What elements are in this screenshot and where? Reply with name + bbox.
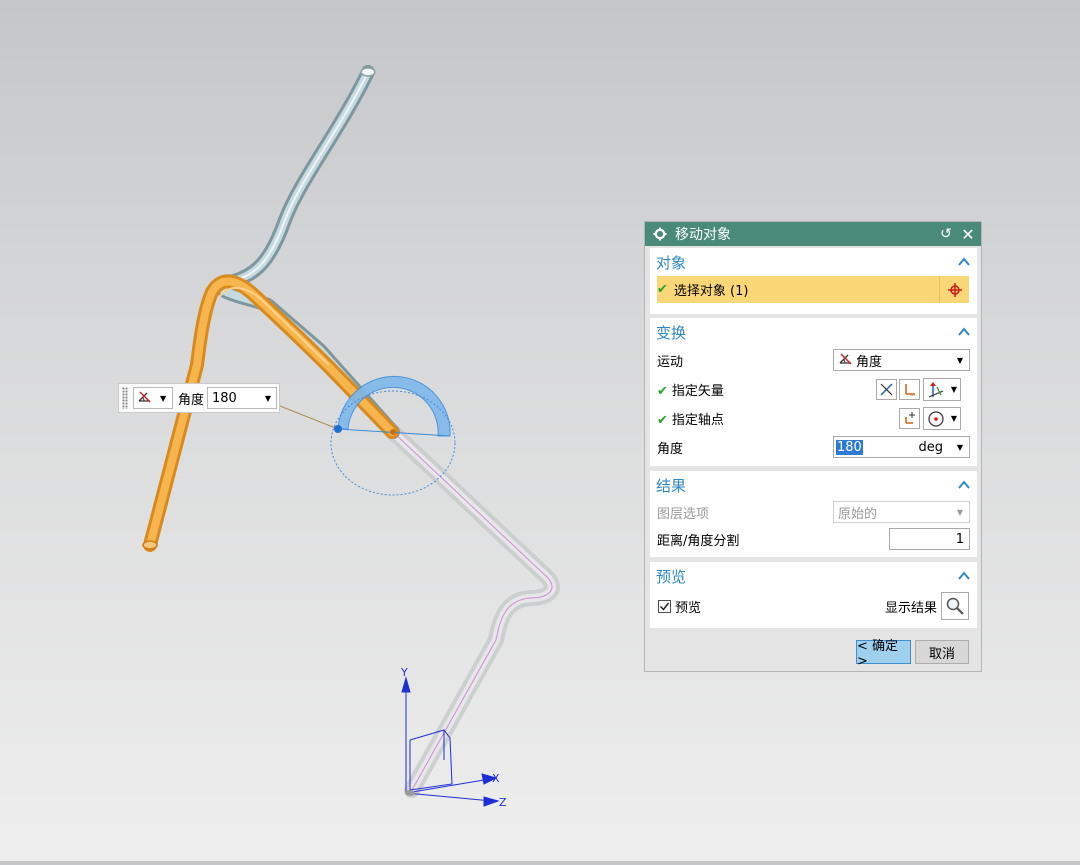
preview-checkbox[interactable] (658, 599, 671, 613)
distance-angle-value: 1 (955, 531, 964, 547)
object-group-title: 对象 (656, 253, 687, 272)
dialog-title: 移动对象 (675, 227, 731, 243)
transform-group-header[interactable]: 变换 (650, 318, 977, 346)
result-group-title: 结果 (656, 476, 687, 495)
show-result-label: 显示结果 (884, 600, 937, 616)
preview-group-header[interactable]: 预览 (650, 562, 977, 590)
result-group: 结果 图层选项 原始的 ▼ 距离/角度分割 1 (650, 471, 977, 557)
layer-option-value: 原始的 (838, 506, 878, 522)
angle-row: 角度 180 deg ▼ (650, 433, 977, 462)
angle-drag-handle[interactable] (334, 425, 342, 433)
z-axis-label: Z (499, 796, 507, 809)
motion-dropdown[interactable]: 角度 ▼ (833, 349, 970, 371)
preview-label: 预览 (675, 600, 702, 616)
svg-text:...: ... (910, 391, 916, 397)
object-group: 对象 ✔ 选择对象 (1) (650, 248, 977, 314)
layer-option-dropdown: 原始的 ▼ (833, 501, 970, 523)
motion-row: 运动 角度 ▼ (650, 346, 977, 375)
angle-unit: deg (918, 439, 943, 455)
angle-input[interactable]: 180 deg ▼ (833, 436, 970, 458)
check-icon: ✔ (657, 413, 668, 428)
chevron-down-icon: ▼ (956, 442, 963, 452)
motion-value: 角度 (856, 354, 883, 370)
check-icon: ✔ (657, 282, 668, 297)
reset-icon[interactable]: ↺ (939, 226, 953, 242)
check-icon: ✔ (657, 384, 668, 399)
cancel-button[interactable]: 取消 (915, 640, 969, 664)
orange-tube[interactable] (142, 274, 399, 552)
motion-label: 运动 (657, 355, 684, 370)
result-group-header[interactable]: 结果 (650, 471, 977, 499)
layer-row: 图层选项 原始的 ▼ (650, 499, 977, 526)
y-axis-label: Y (400, 666, 408, 679)
chevron-down-icon: ▼ (264, 393, 272, 403)
pivot-row: ✔ 指定轴点 ▼ (650, 404, 977, 433)
pivot-label: 指定轴点 (671, 413, 724, 428)
angle-value: 180 (836, 439, 863, 455)
blue-tube[interactable] (214, 65, 400, 439)
collapse-caret-icon[interactable] (958, 256, 970, 268)
preview-row: 预览 显示结果 (650, 590, 977, 622)
chevron-down-icon: ▼ (950, 414, 958, 423)
vector-label: 指定矢量 (671, 384, 724, 399)
select-object-row[interactable]: ✔ 选择对象 (1) (657, 276, 969, 303)
drag-grip[interactable] (122, 387, 128, 409)
vector-axis-dropdown[interactable]: ▼ (923, 378, 961, 401)
input-leader-line (279, 405, 339, 430)
angle-label: 角度 (657, 442, 684, 457)
ok-button[interactable]: < 确定 > (856, 639, 911, 669)
select-object-label: 选择对象 (1) (673, 284, 749, 299)
dialog-title-bar[interactable]: 移动对象 ↺ ✕ (645, 222, 981, 246)
transform-group-title: 变换 (656, 323, 687, 342)
magnifier-icon (946, 597, 964, 615)
point-target-icon (928, 410, 944, 427)
angle-motion-icon (838, 352, 854, 369)
x-axis-label: X (492, 772, 500, 785)
distance-angle-label: 距离/角度分割 (657, 534, 740, 549)
show-result-button[interactable] (941, 592, 969, 620)
transform-group: 变换 运动 角度 ▼ ✔ 指定矢量 ... ▼ ✔ 指定轴点 ▼ 角度 180 … (650, 318, 977, 466)
on-screen-input: ▼ 角度 180 ▼ (118, 383, 280, 413)
object-group-header[interactable]: 对象 (650, 248, 977, 276)
layer-option-label: 图层选项 (657, 507, 710, 522)
inferred-vector-icon[interactable] (876, 379, 897, 400)
pivot-point-dropdown[interactable]: ▼ (923, 407, 961, 430)
axis-vector-icon (928, 381, 944, 398)
preview-group: 预览 预览 显示结果 (650, 562, 977, 628)
vector-dialog-icon[interactable]: ... (899, 379, 920, 400)
distance-row: 距离/角度分割 1 (650, 526, 977, 553)
vector-row: ✔ 指定矢量 ... ▼ (650, 375, 977, 404)
angle-motion-icon (137, 390, 153, 407)
distance-angle-input[interactable]: 1 (889, 528, 970, 550)
chevron-down-icon: ▼ (956, 355, 963, 365)
chevron-down-icon: ▼ (950, 385, 958, 394)
close-icon[interactable]: ✕ (961, 225, 975, 244)
osi-angle-label: 角度 (178, 392, 205, 408)
crosshair-select-icon[interactable] (939, 276, 969, 303)
osi-motion-dropdown[interactable]: ▼ (133, 387, 173, 409)
chevron-down-icon: ▼ (956, 507, 963, 517)
preview-group-title: 预览 (656, 567, 687, 586)
move-object-dialog: 移动对象 ↺ ✕ 对象 ✔ 选择对象 (1) 变换 运动 角度 ▼ ✔ 指定矢量… (644, 221, 982, 672)
original-tube-ghost (385, 424, 560, 798)
collapse-caret-icon[interactable] (958, 479, 970, 491)
gear-icon (653, 227, 667, 241)
chevron-down-icon: ▼ (160, 393, 167, 403)
collapse-caret-icon[interactable] (958, 570, 970, 582)
osi-angle-input[interactable]: 180 ▼ (207, 387, 278, 409)
collapse-caret-icon[interactable] (958, 326, 970, 338)
point-dialog-icon[interactable] (899, 408, 920, 429)
